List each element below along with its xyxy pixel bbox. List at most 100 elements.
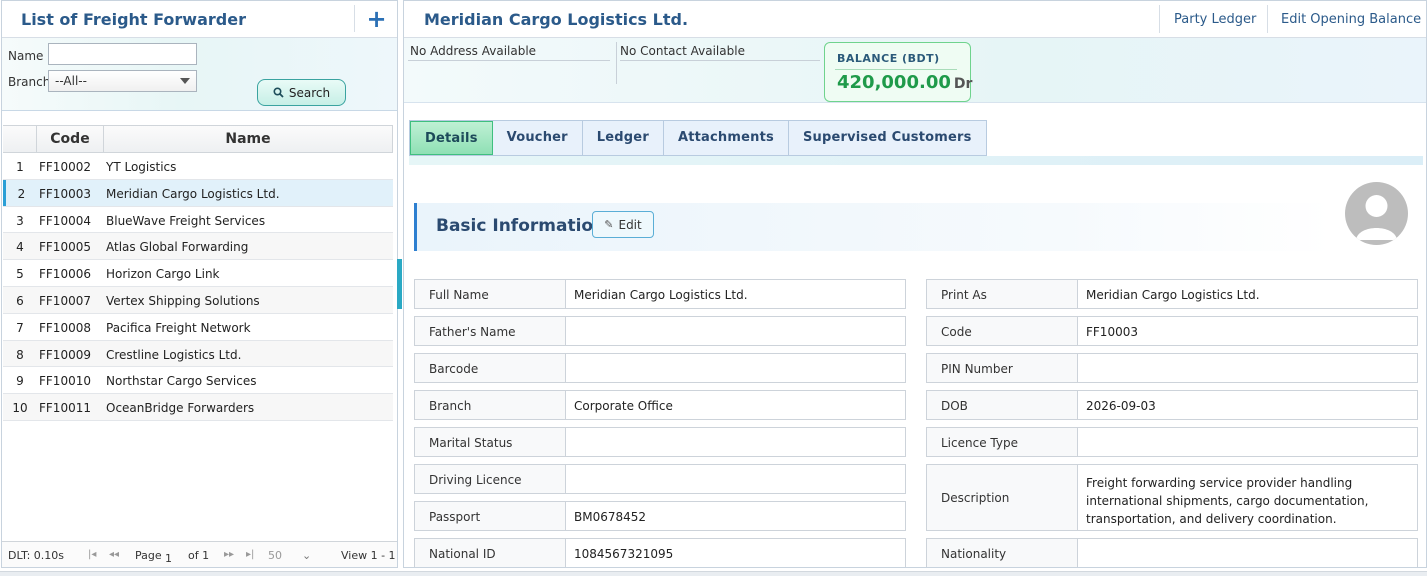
chevron-down-icon[interactable]: ⌄ [302, 549, 311, 562]
row-number-cell: 10 [12, 401, 28, 416]
page-number-input[interactable]: 1 [165, 549, 187, 567]
row-number-cell: 9 [16, 374, 24, 389]
row-number-cell: 5 [16, 267, 24, 282]
field-value: BM0678452 [565, 501, 906, 531]
field-label: DOB [926, 390, 1077, 420]
field-label: Driving Licence [414, 464, 565, 494]
field-row: Barcode [414, 353, 906, 383]
field-row: PIN Number [926, 353, 1418, 383]
field-label: Nationality [926, 538, 1077, 567]
detail-title: Meridian Cargo Logistics Ltd. [424, 10, 689, 29]
code-cell: FF10008 [39, 320, 91, 335]
chevron-down-icon [180, 78, 190, 84]
code-cell: FF10002 [39, 160, 91, 174]
tab-underline [409, 156, 1423, 165]
row-number-header [3, 126, 37, 152]
row-number-cell: 8 [16, 347, 24, 362]
detail-tabs: Details Voucher Ledger Attachments Super… [409, 120, 987, 156]
user-icon [1356, 195, 1397, 240]
edit-button[interactable]: ✎ Edit [592, 211, 654, 238]
field-value [1077, 427, 1418, 457]
avatar[interactable] [1345, 182, 1408, 245]
field-row: Passport BM0678452 [414, 501, 906, 531]
page-size-select[interactable]: 50 [268, 549, 282, 562]
name-cell: Crestline Logistics Ltd. [106, 347, 242, 362]
grid-header: Code Name [3, 125, 393, 153]
search-button[interactable]: Search [257, 79, 346, 106]
table-row[interactable]: 10 FF10011 OceanBridge Forwarders [3, 394, 393, 421]
field-value [1077, 538, 1418, 567]
list-header: List of Freight Forwarder + [2, 1, 397, 38]
table-row[interactable]: 3 FF10004 BlueWave Freight Services [3, 207, 393, 234]
table-row[interactable]: 5 FF10006 Horizon Cargo Link [3, 260, 393, 287]
field-label: Father's Name [414, 316, 565, 346]
next-page-icon[interactable]: ▸▸ [224, 549, 234, 560]
table-row[interactable]: 2 FF10003 Meridian Cargo Logistics Ltd. [3, 179, 393, 207]
field-value: Freight forwarding service provider hand… [1077, 464, 1418, 531]
tab-ledger[interactable]: Ledger [583, 121, 664, 155]
last-page-icon[interactable]: ▸| [246, 549, 254, 560]
name-filter-input[interactable] [48, 43, 197, 65]
name-cell: OceanBridge Forwarders [106, 401, 255, 416]
name-cell: Northstar Cargo Services [106, 374, 257, 389]
table-row[interactable]: 6 FF10007 Vertex Shipping Solutions [3, 286, 393, 314]
pencil-icon: ✎ [604, 218, 614, 231]
tab-details[interactable]: Details [410, 121, 493, 155]
code-cell: FF10009 [39, 347, 91, 362]
row-number-cell: 3 [16, 213, 24, 228]
field-value: 1084567321095 [565, 538, 906, 567]
edit-button-label: Edit [618, 217, 642, 232]
table-row[interactable]: 8 FF10009 Crestline Logistics Ltd. [3, 340, 393, 368]
table-row[interactable]: 1 FF10002 YT Logistics [3, 153, 393, 180]
edit-opening-balance-link[interactable]: Edit Opening Balance [1267, 5, 1426, 33]
first-page-icon[interactable]: |◂ [88, 549, 96, 560]
field-row: Full Name Meridian Cargo Logistics Ltd. [414, 279, 906, 309]
field-label: Barcode [414, 353, 565, 383]
balance-amount: 420,000.00 [837, 72, 951, 93]
field-label: National ID [414, 538, 565, 567]
field-label: PIN Number [926, 353, 1077, 383]
field-value [1077, 353, 1418, 383]
field-row: National ID 1084567321095 [414, 538, 906, 567]
code-cell: FF10005 [39, 240, 91, 255]
name-cell: Meridian Cargo Logistics Ltd. [106, 186, 280, 201]
status-bar [0, 571, 1427, 576]
prev-page-icon[interactable]: ◂◂ [109, 549, 119, 560]
table-row[interactable]: 7 FF10008 Pacifica Freight Network [3, 314, 393, 341]
field-row: Print As Meridian Cargo Logistics Ltd. [926, 279, 1418, 309]
freight-forwarder-list-panel: List of Freight Forwarder + Name Branch … [1, 0, 398, 568]
field-label: Print As [926, 279, 1077, 309]
name-cell: Vertex Shipping Solutions [106, 293, 260, 308]
field-value: Corporate Office [565, 390, 906, 420]
party-ledger-link[interactable]: Party Ledger [1159, 5, 1267, 33]
address-text: No Address Available [410, 44, 537, 58]
grid-body: 1 FF10002 YT Logistics 2 FF10003 Meridian Car… [3, 153, 393, 421]
field-row: Licence Type [926, 427, 1418, 457]
add-forwarder-button[interactable]: + [354, 4, 397, 33]
tab-voucher[interactable]: Voucher [493, 121, 583, 155]
field-value: Meridian Cargo Logistics Ltd. [1077, 279, 1418, 309]
row-number-cell: 1 [16, 160, 24, 174]
list-title: List of Freight Forwarder [21, 9, 246, 29]
table-row[interactable]: 4 FF10005 Atlas Global Forwarding [3, 233, 393, 261]
field-row: Nationality [926, 538, 1418, 567]
code-column-header[interactable]: Code [37, 126, 104, 152]
plus-icon: + [366, 4, 387, 33]
branch-filter-select[interactable]: --All-- [48, 70, 197, 92]
basic-information-header: Basic Information ✎ Edit [414, 203, 1334, 251]
divider [408, 60, 610, 61]
section-title: Basic Information [436, 216, 606, 236]
table-row[interactable]: 9 FF10010 Northstar Cargo Services [3, 367, 393, 395]
field-value [565, 316, 906, 346]
tab-supervised-customers[interactable]: Supervised Customers [789, 121, 986, 155]
name-cell: Pacifica Freight Network [106, 320, 251, 335]
name-cell: BlueWave Freight Services [106, 213, 266, 228]
name-cell: Horizon Cargo Link [106, 267, 220, 282]
tab-attachments[interactable]: Attachments [664, 121, 789, 155]
view-range: View 1 - 1 [341, 549, 396, 562]
panel-splitter[interactable] [397, 259, 402, 309]
detail-header: Meridian Cargo Logistics Ltd. Party Ledg… [404, 1, 1426, 38]
name-cell: Atlas Global Forwarding [106, 240, 249, 255]
page-label: Page [135, 549, 162, 562]
name-column-header[interactable]: Name [104, 126, 393, 152]
